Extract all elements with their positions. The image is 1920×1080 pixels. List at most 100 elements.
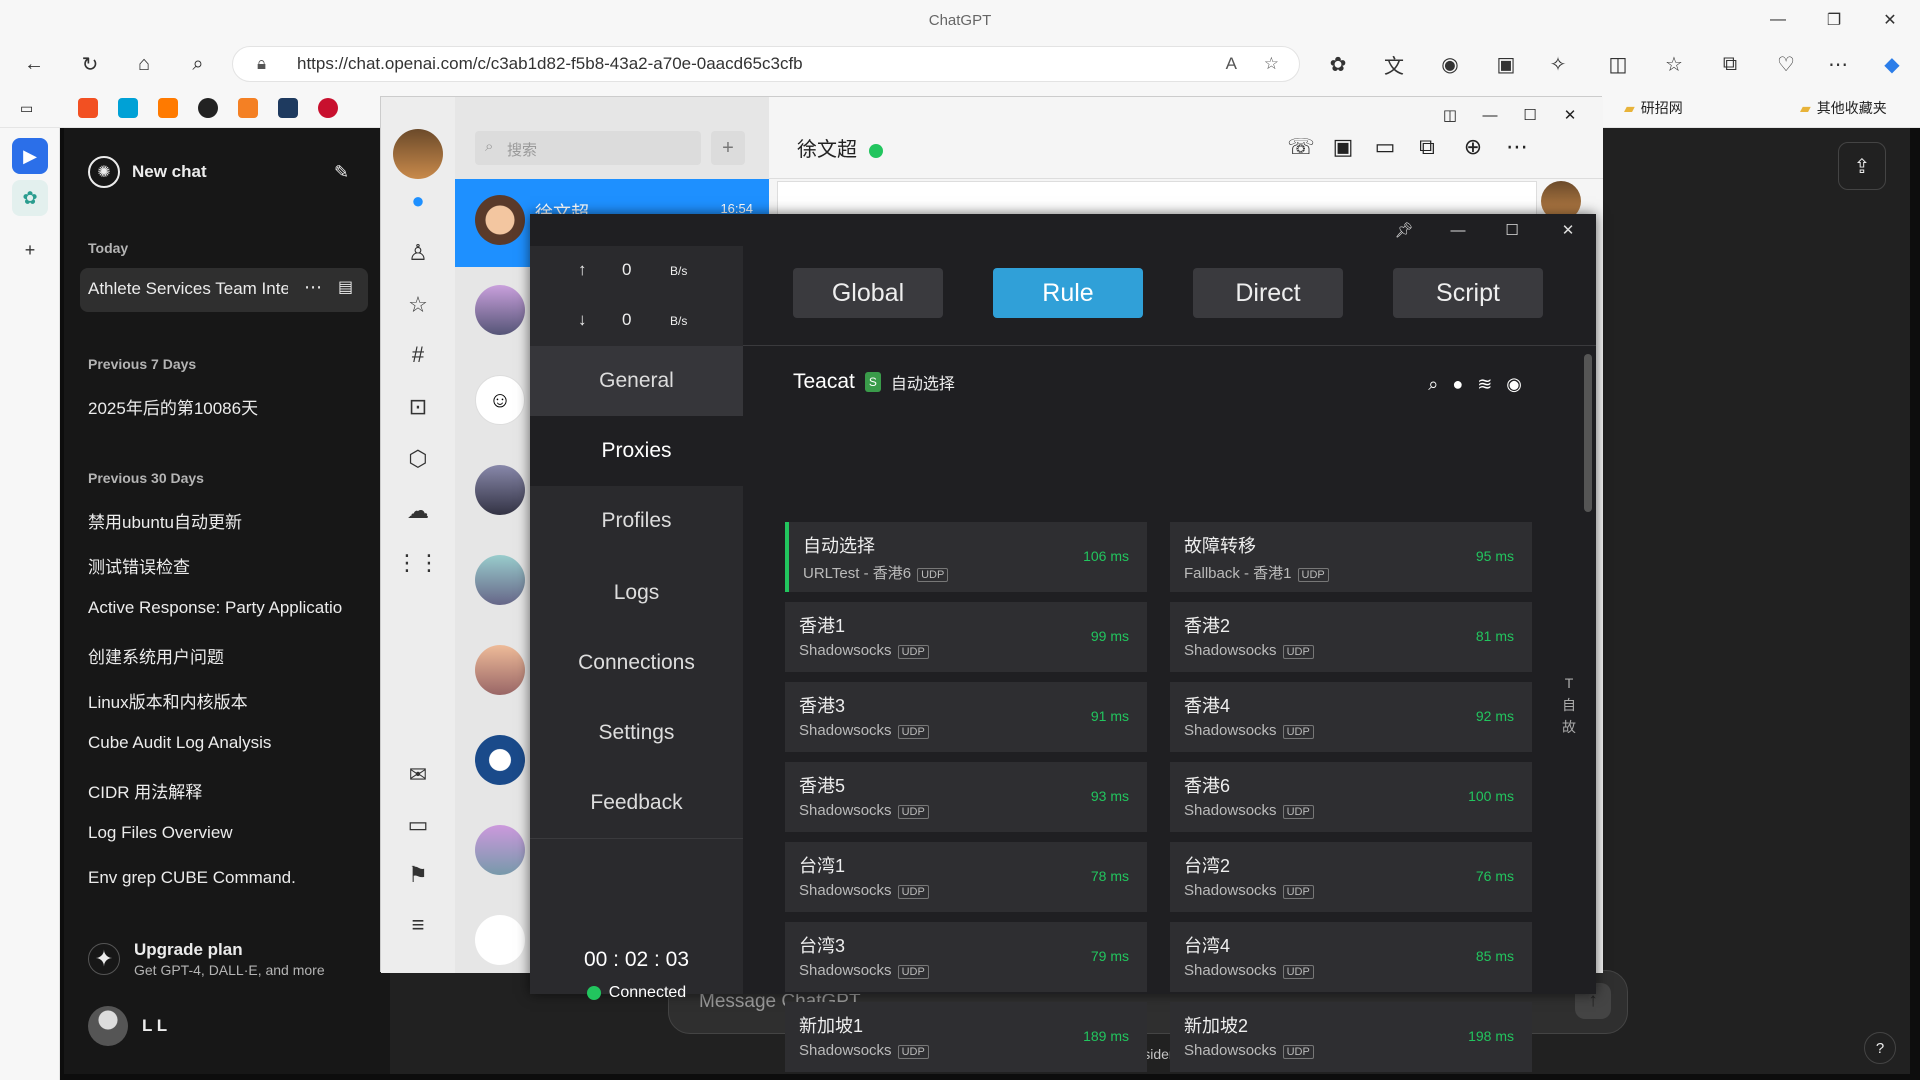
proxy-card[interactable]: 新加坡2 Shadowsocks UDP 198 ms	[1170, 1002, 1532, 1072]
more-icon[interactable]: ⋯	[1503, 133, 1531, 161]
proxy-card[interactable]: 香港5 Shadowsocks UDP 93 ms	[785, 762, 1147, 832]
phone-icon[interactable]: ☏	[1287, 133, 1315, 161]
fav-icon-3[interactable]	[158, 96, 178, 120]
new-chat-button[interactable]: ✺ New chat ✎	[88, 156, 349, 188]
proxy-delay[interactable]: 106 ms	[1083, 548, 1129, 564]
github-icon[interactable]	[198, 96, 218, 120]
avatar[interactable]	[475, 555, 525, 605]
proxy-delay[interactable]: 81 ms	[1476, 628, 1514, 644]
chat-item[interactable]: 2025年后的第10086天	[88, 394, 368, 419]
menu-icon[interactable]: ≡	[400, 907, 436, 943]
eye-icon[interactable]: ◉	[1506, 374, 1522, 395]
chat-item[interactable]: CIDR 用法解释	[88, 778, 368, 803]
collections-icon[interactable]: ⧉	[1712, 46, 1748, 82]
mail-icon[interactable]: ✉	[400, 757, 436, 793]
chat-item[interactable]: Linux版本和内核版本	[88, 688, 368, 713]
proxy-delay[interactable]: 99 ms	[1091, 628, 1129, 644]
share-icon[interactable]: ⇪	[1838, 142, 1886, 190]
close-button[interactable]: ✕	[1548, 214, 1588, 246]
proxy-card[interactable]: 新加坡1 Shadowsocks UDP 189 ms	[785, 1002, 1147, 1072]
mode-global-button[interactable]: Global	[793, 268, 943, 318]
chat-item[interactable]: 测试错误检查	[88, 553, 368, 578]
proxy-card[interactable]: 香港4 Shadowsocks UDP 92 ms	[1170, 682, 1532, 752]
avatar[interactable]: ☺	[475, 375, 525, 425]
fav-icon-5[interactable]	[238, 96, 258, 120]
search-input[interactable]: ⌕ 搜索	[475, 131, 701, 165]
sidebar-add-icon[interactable]: +	[12, 232, 48, 268]
proxy-card[interactable]: 香港3 Shadowsocks UDP 91 ms	[785, 682, 1147, 752]
contacts-icon[interactable]: ♙	[400, 235, 436, 271]
performance-icon[interactable]: ♡	[1768, 46, 1804, 82]
miniprogram-icon[interactable]: ⬡	[400, 441, 436, 477]
proxy-card[interactable]: 香港2 Shadowsocks UDP 81 ms	[1170, 602, 1532, 672]
proxy-delay[interactable]: 76 ms	[1476, 868, 1514, 884]
sidebar-chatgpt-icon[interactable]: ✿	[12, 180, 48, 216]
bookmark-icon[interactable]: ⚑	[400, 857, 436, 893]
proxy-delay[interactable]: 95 ms	[1476, 548, 1514, 564]
proxy-card[interactable]: 台湾1 Shadowsocks UDP 78 ms	[785, 842, 1147, 912]
sidebar-play-icon[interactable]: ▶	[12, 138, 48, 174]
chat-item[interactable]: Active Response: Party Applicatio	[88, 598, 350, 618]
proxy-delay[interactable]: 78 ms	[1091, 868, 1129, 884]
video-icon[interactable]: ▣	[1329, 133, 1357, 161]
user-menu[interactable]: L L	[88, 1006, 167, 1046]
add-button[interactable]: +	[711, 131, 745, 165]
avatar[interactable]	[393, 129, 443, 179]
search-icon[interactable]: ⌕	[180, 46, 216, 82]
read-aloud-icon[interactable]: A	[1226, 54, 1237, 74]
nav-feedback[interactable]: Feedback	[530, 768, 743, 838]
channels-icon[interactable]: ⊡	[400, 389, 436, 425]
avatar[interactable]	[475, 285, 525, 335]
translate-extension-icon[interactable]: 文	[1376, 46, 1412, 82]
proxy-delay[interactable]: 79 ms	[1091, 948, 1129, 964]
proxy-card[interactable]: 故障转移 Fallback - 香港1 UDP 95 ms	[1170, 522, 1532, 592]
chat-item[interactable]: Cube Audit Log Analysis	[88, 733, 368, 753]
favorites-icon[interactable]: ☆	[400, 287, 436, 323]
avatar[interactable]	[475, 735, 525, 785]
scrollbar[interactable]	[1584, 354, 1592, 512]
chat-item[interactable]: Log Files Overview	[88, 823, 368, 843]
url-input[interactable]: 🔒︎ https://chat.openai.com/c/c3ab1d82-f5…	[232, 46, 1300, 82]
nav-settings[interactable]: Settings	[530, 698, 743, 768]
chat-item[interactable]: Env grep CUBE Command.	[88, 868, 368, 888]
pin-icon[interactable]: 📌︎	[1384, 214, 1424, 246]
close-button[interactable]: ✕	[1862, 0, 1918, 40]
archive-icon[interactable]: ▤	[338, 277, 353, 297]
mode-rule-button[interactable]: Rule	[993, 268, 1143, 318]
chat-icon[interactable]: ●	[400, 183, 436, 219]
apps-grid-icon[interactable]: ⋮⋮	[396, 545, 440, 581]
extensions-puzzle-icon[interactable]: ✧	[1540, 46, 1576, 82]
extension-icon[interactable]: ✿	[1320, 46, 1356, 82]
fav-icon-7[interactable]	[318, 96, 338, 120]
fav-folder-yanzhao[interactable]: ▰ 研招网	[1624, 96, 1683, 120]
split-screen-icon[interactable]: ◫	[1600, 46, 1636, 82]
fav-icon-1[interactable]	[78, 96, 98, 120]
latency-test-icon[interactable]: ⌕	[1428, 374, 1438, 395]
wifi-icon[interactable]: ≋	[1477, 374, 1492, 395]
tab-actions-icon[interactable]: ▭	[20, 96, 33, 120]
chat-item[interactable]: 创建系统用户问题	[88, 643, 368, 668]
fav-folder-other[interactable]: ▰ 其他收藏夹	[1800, 96, 1887, 120]
help-button[interactable]: ?	[1864, 1032, 1896, 1064]
proxy-delay[interactable]: 93 ms	[1091, 788, 1129, 804]
favorites-icon[interactable]: ☆	[1656, 46, 1692, 82]
moments-icon[interactable]: #	[400, 337, 436, 373]
proxy-card[interactable]: 台湾2 Shadowsocks UDP 76 ms	[1170, 842, 1532, 912]
proxy-delay[interactable]: 92 ms	[1476, 708, 1514, 724]
avatar[interactable]	[475, 825, 525, 875]
favorite-star-icon[interactable]: ☆	[1264, 54, 1279, 74]
screen-share-icon[interactable]: ▭	[1371, 133, 1399, 161]
minimize-button[interactable]: —	[1438, 214, 1478, 246]
more-menu-icon[interactable]: ⋯	[1820, 46, 1856, 82]
chat-item[interactable]: 禁用ubuntu自动更新	[88, 508, 368, 533]
refresh-icon[interactable]: ↻	[72, 46, 108, 82]
search-web-icon[interactable]: ☁	[400, 493, 436, 529]
proxy-delay[interactable]: 189 ms	[1083, 1028, 1129, 1044]
chat-item-active[interactable]: Athlete Services Team Inte ⋯ ▤	[80, 268, 368, 312]
fav-icon-6[interactable]	[278, 96, 298, 120]
edit-icon[interactable]: ✎	[334, 162, 349, 183]
proxy-card[interactable]: 台湾3 Shadowsocks UDP 79 ms	[785, 922, 1147, 992]
mode-direct-button[interactable]: Direct	[1193, 268, 1343, 318]
group-side-index[interactable]: T 自 故	[1561, 672, 1577, 738]
maximize-button[interactable]: ☐	[1492, 214, 1532, 246]
